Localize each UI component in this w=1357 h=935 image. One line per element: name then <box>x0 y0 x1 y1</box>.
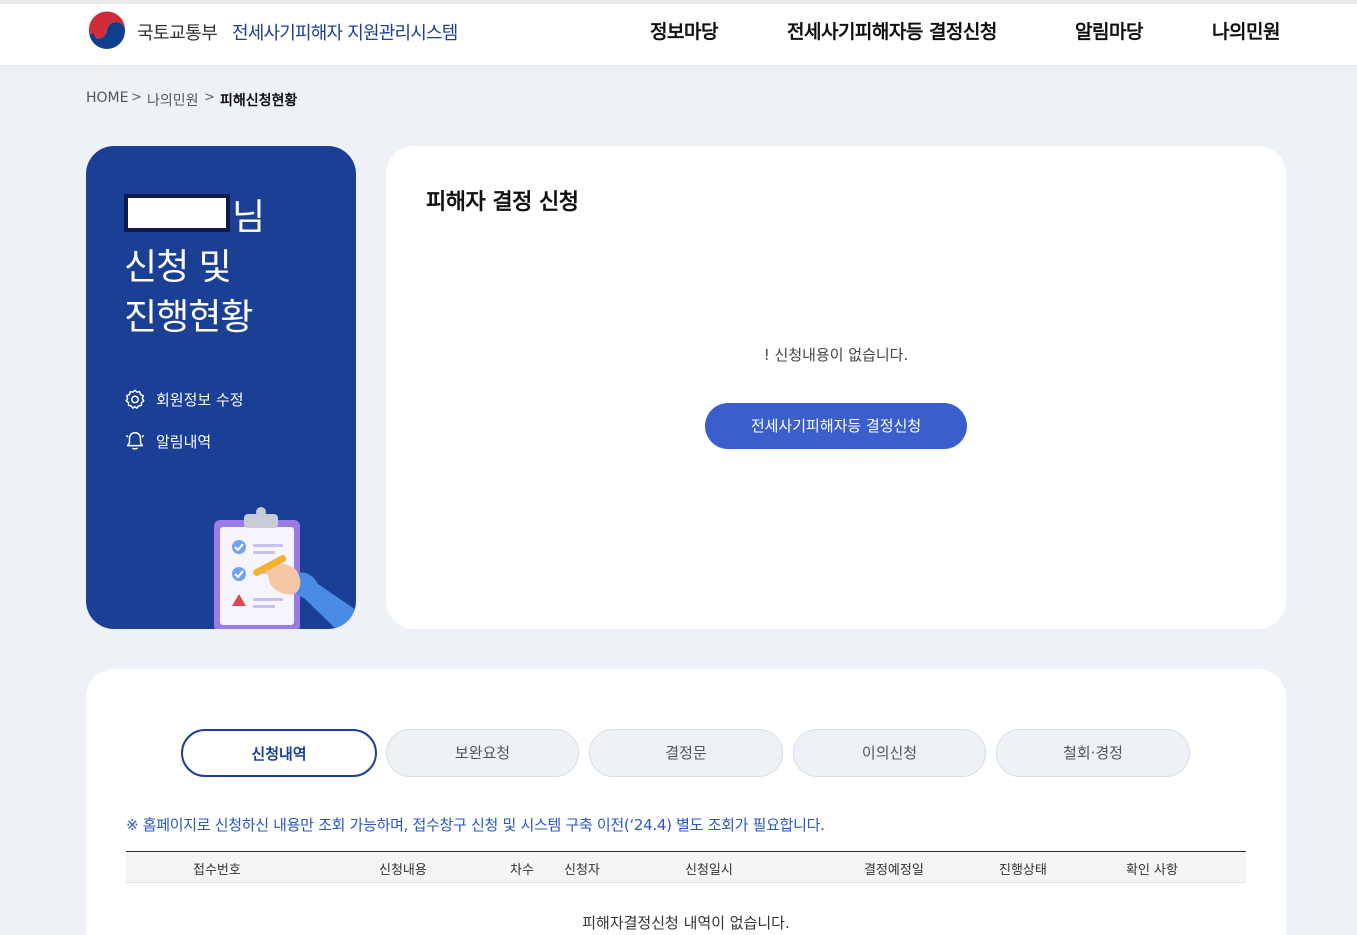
edit-member-info-label: 회원정보 수정 <box>156 390 244 409</box>
site-header: 국토교통부 전세사기피해자 지원관리시스템 정보마당 전세사기피해자등 결정신청… <box>0 4 1357 66</box>
breadcrumb-current: 피해신청현황 <box>220 93 298 109</box>
government-emblem-logo[interactable] <box>86 10 128 52</box>
history-card: 신청내역 보완요청 결정문 이의신청 철회·경정 ※ 홈페이지로 신청하신 내용… <box>86 669 1286 935</box>
application-card: 피해자 결정 신청 ! 신청내용이 없습니다. 전세사기피해자등 결정신청 <box>386 146 1286 629</box>
no-application-message: ! 신청내용이 없습니다. <box>763 346 909 364</box>
nav-notice[interactable]: 알림마당 <box>1075 17 1143 44</box>
user-status-panel: 님 신청 및 진행현황 회원정보 수정 알림내역 <box>86 146 356 629</box>
tab-supplement-request[interactable]: 보완요청 <box>386 729 579 777</box>
breadcrumb-separator: > <box>204 90 215 105</box>
breadcrumb-my-petition[interactable]: 나의민원 <box>147 90 199 110</box>
history-table-header: 접수번호 신청내용 차수 신청자 신청일시 결정예정일 진행상태 확인 사항 <box>126 851 1246 883</box>
nav-info[interactable]: 정보마당 <box>650 17 718 44</box>
name-suffix: 님 <box>232 197 266 238</box>
notifications-label: 알림내역 <box>156 432 212 451</box>
ministry-name: 국토교통부 <box>137 23 218 44</box>
nav-apply[interactable]: 전세사기피해자등 결정신청 <box>787 17 997 44</box>
column-round: 차수 <box>510 863 534 878</box>
panel-title-line2: 진행현황 <box>124 297 253 338</box>
nav-my-petition[interactable]: 나의민원 <box>1212 17 1280 44</box>
redacted-user-name <box>124 194 230 232</box>
lookup-notice: ※ 홈페이지로 신청하신 내용만 조회 가능하며, 접수창구 신청 및 시스템 … <box>126 816 825 834</box>
tab-decision-document[interactable]: 결정문 <box>589 729 783 777</box>
clipboard-checklist-illustration <box>214 507 356 629</box>
notifications-link[interactable]: 알림내역 <box>124 429 211 453</box>
column-application-content: 신청내용 <box>379 863 427 878</box>
tab-objection[interactable]: 이의신청 <box>793 729 986 777</box>
apply-decision-button[interactable]: 전세사기피해자등 결정신청 <box>705 403 967 449</box>
column-confirmation: 확인 사항 <box>1126 863 1178 878</box>
column-application-datetime: 신청일시 <box>685 863 733 878</box>
gear-icon <box>125 389 145 409</box>
system-name[interactable]: 전세사기피해자 지원관리시스템 <box>232 19 458 45</box>
no-history-message: 피해자결정신청 내역이 없습니다. <box>582 914 790 932</box>
column-applicant: 신청자 <box>564 863 600 878</box>
tab-application-history[interactable]: 신청내역 <box>181 729 377 777</box>
bell-icon <box>125 432 145 450</box>
tab-withdrawal-correction[interactable]: 철회·경정 <box>996 729 1190 777</box>
breadcrumb-home[interactable]: HOME <box>86 90 128 106</box>
column-receipt-number: 접수번호 <box>193 863 241 878</box>
column-expected-decision-date: 결정예정일 <box>864 863 924 878</box>
column-progress-status: 진행상태 <box>999 863 1047 878</box>
card-title: 피해자 결정 신청 <box>426 190 579 215</box>
panel-title-line1: 신청 및 <box>124 247 232 288</box>
breadcrumb-separator: > <box>131 90 142 105</box>
edit-member-info-link[interactable]: 회원정보 수정 <box>124 387 244 411</box>
